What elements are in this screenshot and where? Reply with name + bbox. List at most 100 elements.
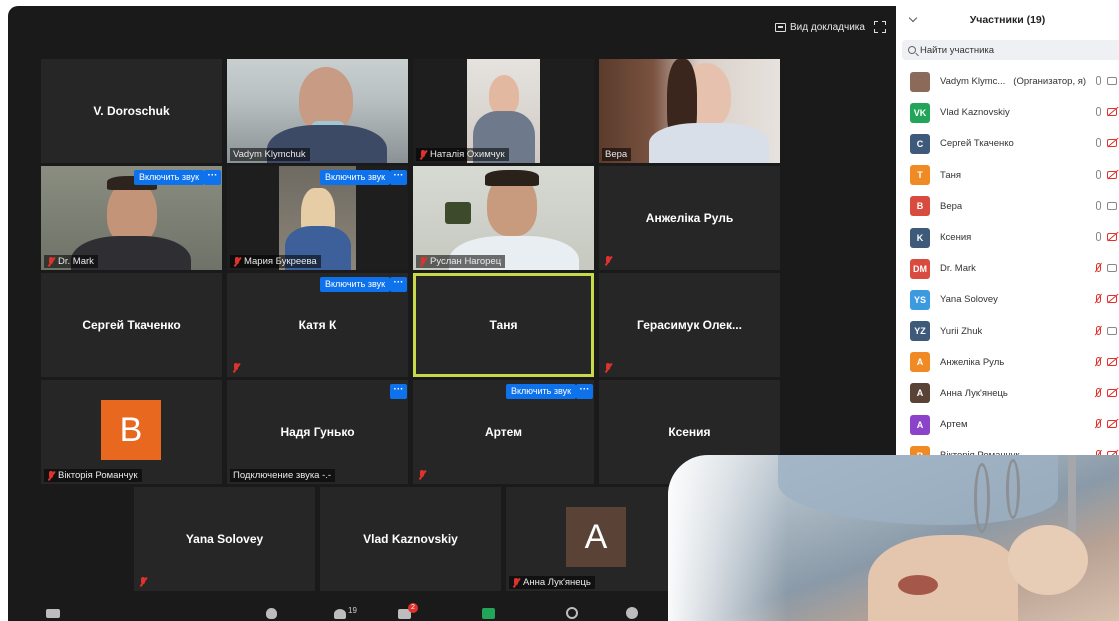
muted-mic-icon[interactable]: [1096, 419, 1101, 429]
participant-name: Vlad Kaznovskiy: [940, 107, 1010, 119]
muted-mic-icon: [418, 470, 426, 480]
unmute-button[interactable]: Включить звук: [320, 277, 391, 292]
video-tile-gunko[interactable]: ··· Надя Гунько Подключение звука -.-: [227, 380, 408, 484]
participant-list-item[interactable]: A Анжеліка Руль: [896, 347, 1119, 378]
participant-name: Yurii Zhuk: [940, 325, 983, 337]
more-options-button[interactable]: ···: [390, 384, 407, 399]
participant-list-item[interactable]: VK Vlad Kaznovskiy: [896, 97, 1119, 128]
speaker-view-label: Вид докладчика: [790, 21, 865, 33]
search-placeholder: Найти участника: [920, 44, 995, 56]
unmute-button[interactable]: Включить звук: [320, 170, 391, 185]
participant-name: Вікторія Романчук: [58, 470, 138, 481]
mic-icon[interactable]: [1096, 107, 1101, 117]
more-options-button[interactable]: ···: [390, 277, 407, 292]
participant-list-item[interactable]: T Таня: [896, 160, 1119, 191]
muted-mic-icon[interactable]: [1096, 263, 1101, 273]
participant-list-item[interactable]: DM Dr. Mark: [896, 253, 1119, 284]
camera-off-icon[interactable]: [1107, 232, 1117, 241]
reactions-icon[interactable]: [626, 607, 638, 619]
avatar: A: [910, 352, 930, 373]
avatar: C: [910, 133, 930, 154]
video-camera-icon[interactable]: [46, 609, 60, 618]
video-tile-nagorec[interactable]: Руслан Нагорец: [413, 166, 594, 270]
video-tile-klymchuk[interactable]: Vadym Klymchuk: [227, 59, 408, 163]
unmute-button[interactable]: Включить звук: [134, 170, 205, 185]
more-options-button[interactable]: ···: [390, 170, 407, 185]
participant-list-item[interactable]: C Сергей Ткаченко: [896, 128, 1119, 159]
audio-connecting-status: Подключение звука -.-: [230, 469, 336, 482]
muted-mic-icon[interactable]: [1096, 356, 1101, 366]
participant-label: Наталія Охимчук: [416, 148, 509, 161]
participant-label: Dr. Mark: [44, 255, 98, 268]
participants-icon[interactable]: [334, 609, 346, 619]
video-tile-solovey[interactable]: Yana Solovey: [134, 487, 315, 591]
participant-list-item[interactable]: K Ксения: [896, 222, 1119, 253]
muted-mic-icon[interactable]: [1096, 294, 1101, 304]
more-options-button[interactable]: ···: [576, 384, 593, 399]
video-tile-mark[interactable]: Включить звук ··· Dr. Mark: [41, 166, 222, 270]
video-tile-kaznovskiy[interactable]: Vlad Kaznovskiy: [320, 487, 501, 591]
participant-name: Артем: [940, 419, 968, 431]
muted-mic-icon[interactable]: [1096, 387, 1101, 397]
camera-off-icon[interactable]: [1107, 170, 1117, 179]
camera-off-icon[interactable]: [1107, 295, 1117, 304]
video-tile-tanya-active-speaker[interactable]: Таня: [413, 273, 594, 377]
camera-icon[interactable]: [1107, 326, 1117, 335]
avatar: YZ: [910, 321, 930, 342]
video-tile-anzhelika[interactable]: Анжеліка Руль: [599, 166, 780, 270]
avatar: A: [566, 507, 626, 567]
video-tile-katya[interactable]: Включить звук ··· Катя К: [227, 273, 408, 377]
participant-name: Сергей Ткаченко: [940, 138, 1014, 150]
video-tile-lukianets[interactable]: A Анна Лук'янець: [506, 487, 687, 591]
speaker-view-icon: [775, 22, 786, 32]
avatar: DM: [910, 258, 930, 279]
participant-search-field[interactable]: Найти участника: [902, 40, 1119, 60]
video-tile-vera[interactable]: Вера: [599, 59, 780, 163]
participant-list-item[interactable]: YZ Yurii Zhuk: [896, 316, 1119, 347]
participant-name: Dr. Mark: [58, 256, 94, 267]
fullscreen-button[interactable]: [874, 16, 886, 38]
participant-list-item[interactable]: B Вера: [896, 191, 1119, 222]
camera-off-icon[interactable]: [1107, 357, 1117, 366]
video-tile-okhymchuk[interactable]: Наталія Охимчук: [413, 59, 594, 163]
video-tile-romanchuk[interactable]: B Вікторія Романчук: [41, 380, 222, 484]
security-shield-icon[interactable]: [266, 608, 277, 619]
camera-off-icon[interactable]: [1107, 388, 1117, 397]
unmute-button[interactable]: Включить звук: [506, 384, 577, 399]
participant-list-item[interactable]: A Анна Лук'янець: [896, 378, 1119, 409]
participant-list-item[interactable]: A Артем: [896, 409, 1119, 440]
share-screen-icon[interactable]: [482, 608, 495, 619]
speaker-view-button[interactable]: Вид докладчика: [775, 16, 865, 38]
muted-mic-icon: [233, 256, 241, 267]
video-tile-gerasymuk[interactable]: Герасимук Олек...: [599, 273, 780, 377]
video-tile-doroschuk[interactable]: V. Doroschuk: [41, 59, 222, 163]
avatar: VK: [910, 102, 930, 123]
video-tile-bukreeva[interactable]: Включить звук ··· Мария Букреева: [227, 166, 408, 270]
camera-icon[interactable]: [1107, 201, 1117, 210]
camera-icon[interactable]: [1107, 77, 1117, 85]
participant-name: Ксения: [940, 232, 972, 244]
camera-off-icon[interactable]: [1107, 420, 1117, 429]
search-icon: [908, 46, 916, 54]
collapse-chevron-icon[interactable]: [908, 13, 918, 23]
video-tile-artem[interactable]: Включить звук ··· Артем: [413, 380, 594, 484]
mic-icon[interactable]: [1096, 76, 1101, 85]
participant-list-item[interactable]: YS Yana Solovey: [896, 284, 1119, 315]
camera-off-icon[interactable]: [1107, 108, 1117, 117]
mic-icon[interactable]: [1096, 169, 1101, 179]
participant-list-item[interactable]: Vadym Klymc... (Организатор, я): [896, 66, 1119, 97]
participants-panel-header: Участники (19): [896, 0, 1119, 40]
record-icon[interactable]: [566, 607, 578, 619]
participant-name: V. Doroschuk: [93, 104, 170, 118]
mic-icon[interactable]: [1096, 231, 1101, 241]
camera-icon[interactable]: [1107, 264, 1117, 273]
more-options-button[interactable]: ···: [204, 170, 221, 185]
mic-icon[interactable]: [1096, 200, 1101, 210]
mic-icon[interactable]: [1096, 138, 1101, 148]
participant-name: Анжеліка Руль: [940, 356, 1005, 368]
muted-mic-icon[interactable]: [1096, 325, 1101, 335]
participant-label: Руслан Нагорец: [416, 255, 506, 268]
video-tile-tkachenko[interactable]: Сергей Ткаченко: [41, 273, 222, 377]
camera-off-icon[interactable]: [1107, 139, 1117, 148]
participant-name: Таня: [489, 318, 518, 332]
